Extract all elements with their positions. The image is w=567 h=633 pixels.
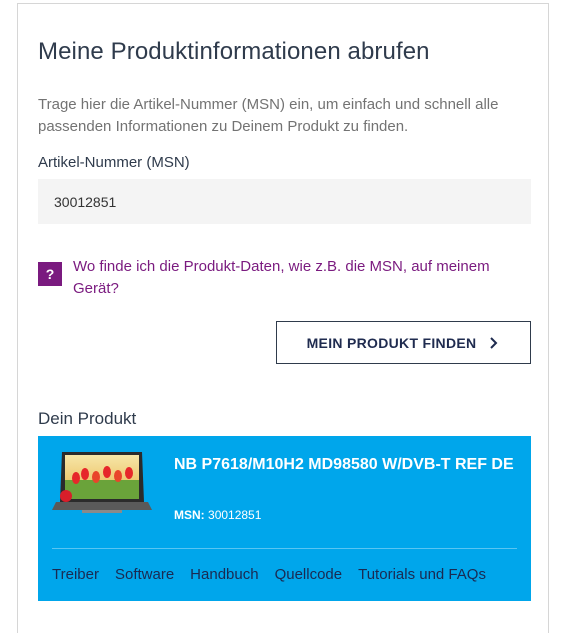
chevron-right-icon bbox=[490, 336, 498, 349]
help-link-text[interactable]: Wo finde ich die Produkt-Daten, wie z.B.… bbox=[73, 256, 518, 300]
link-tutorials-faqs[interactable]: Tutorials und FAQs bbox=[358, 566, 486, 583]
product-divider bbox=[52, 548, 517, 549]
link-quellcode[interactable]: Quellcode bbox=[275, 566, 343, 583]
page-title: Meine Produktinformationen abrufen bbox=[38, 38, 430, 65]
product-msn: MSN: 30012851 bbox=[174, 508, 261, 522]
msn-help-link[interactable]: ? Wo finde ich die Produkt-Daten, wie z.… bbox=[38, 256, 518, 300]
product-info-card: Meine Produktinformationen abrufen Trage… bbox=[17, 3, 549, 633]
link-treiber[interactable]: Treiber bbox=[52, 566, 99, 583]
question-mark-icon: ? bbox=[38, 262, 62, 286]
msn-field-label: Artikel-Nummer (MSN) bbox=[38, 154, 190, 171]
product-msn-value: 30012851 bbox=[208, 508, 262, 522]
msn-input[interactable] bbox=[38, 179, 531, 224]
laptop-image bbox=[52, 452, 152, 513]
find-product-label: MEIN PRODUKT FINDEN bbox=[306, 334, 477, 351]
product-result-box: NB P7618/M10H2 MD98580 W/DVB-T REF DE MS… bbox=[38, 436, 531, 601]
page-description: Trage hier die Artikel-Nummer (MSN) ein,… bbox=[38, 96, 499, 135]
product-name: NB P7618/M10H2 MD98580 W/DVB-T REF DE bbox=[174, 456, 514, 473]
link-software[interactable]: Software bbox=[115, 566, 174, 583]
product-links: Treiber Software Handbuch Quellcode Tuto… bbox=[52, 566, 502, 583]
find-product-button[interactable]: MEIN PRODUKT FINDEN bbox=[276, 321, 531, 364]
your-product-heading: Dein Produkt bbox=[38, 409, 137, 428]
product-msn-label: MSN: bbox=[174, 508, 205, 522]
link-handbuch[interactable]: Handbuch bbox=[190, 566, 258, 583]
